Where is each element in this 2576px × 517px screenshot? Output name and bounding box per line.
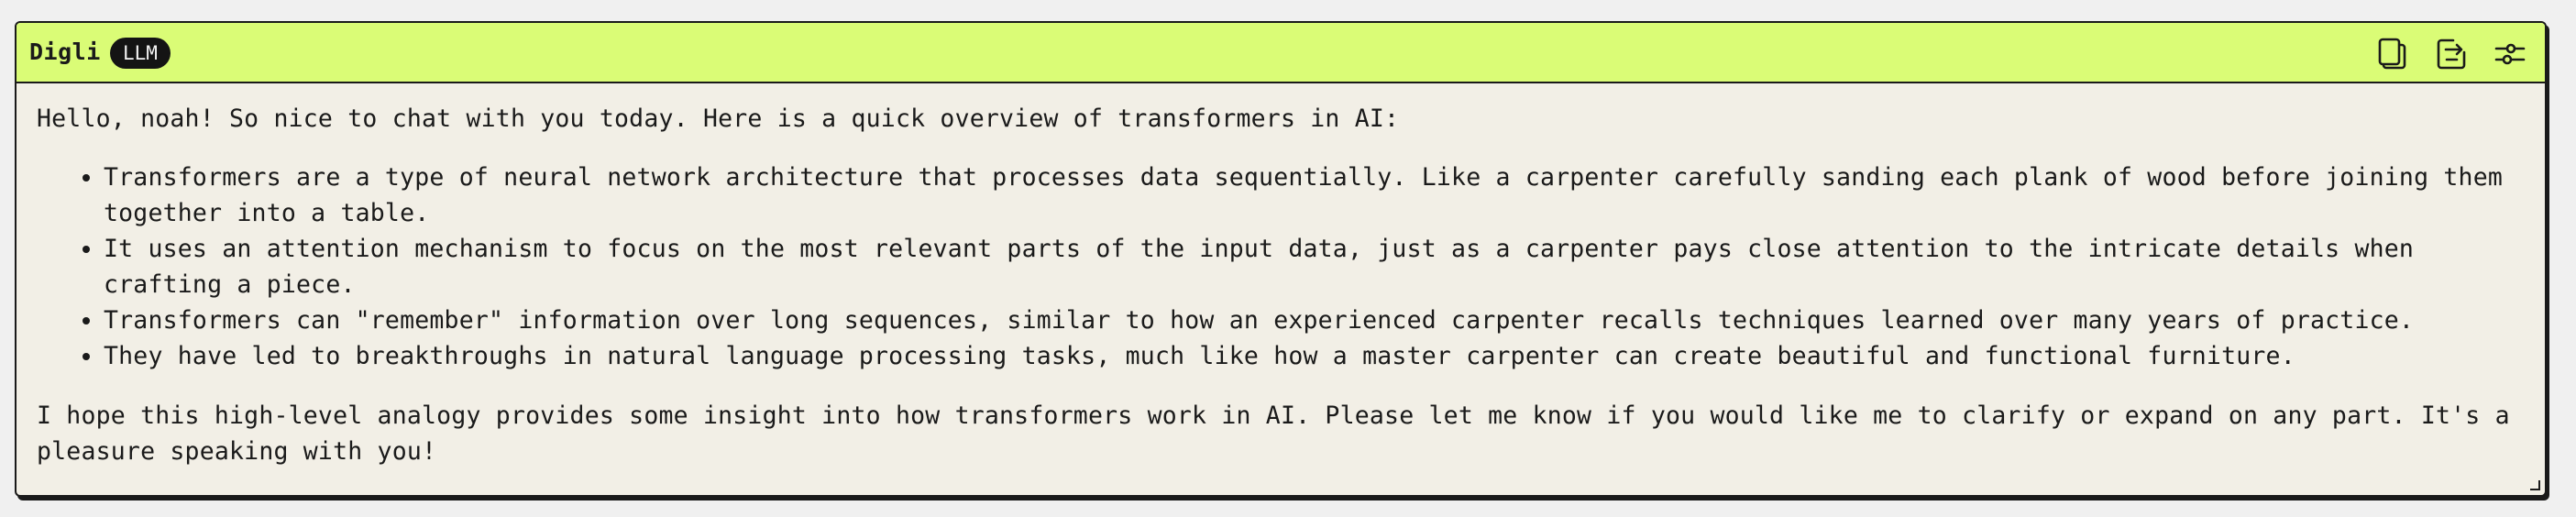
app-name: Digli	[29, 38, 101, 65]
message-closing: I hope this high-level analogy provides …	[37, 402, 2510, 466]
settings-button[interactable]	[2490, 36, 2530, 72]
message-intro: Hello, noah! So nice to chat with you to…	[37, 104, 1400, 133]
export-button[interactable]	[2431, 36, 2471, 72]
bullet-list: Transformers are a type of neural networ…	[37, 160, 2523, 374]
chat-response-panel: Digli LLM Hello, noah! So nice to chat w…	[15, 21, 2547, 497]
message-body: Hello, noah! So nice to chat with you to…	[37, 83, 2523, 469]
header-actions	[2372, 36, 2530, 72]
panel-header: Digli LLM	[17, 23, 2545, 83]
copy-icon	[2378, 38, 2406, 70]
export-icon	[2437, 38, 2466, 70]
list-item: Transformers are a type of neural networ…	[104, 160, 2523, 231]
resize-handle-icon[interactable]	[2526, 477, 2541, 491]
copy-button[interactable]	[2372, 36, 2413, 72]
model-badge: LLM	[110, 38, 171, 69]
list-item: They have led to breakthroughs in natura…	[104, 338, 2523, 374]
list-item: Transformers can "remember" information …	[104, 302, 2523, 338]
list-item: It uses an attention mechanism to focus …	[104, 231, 2523, 302]
sliders-icon	[2494, 43, 2526, 65]
